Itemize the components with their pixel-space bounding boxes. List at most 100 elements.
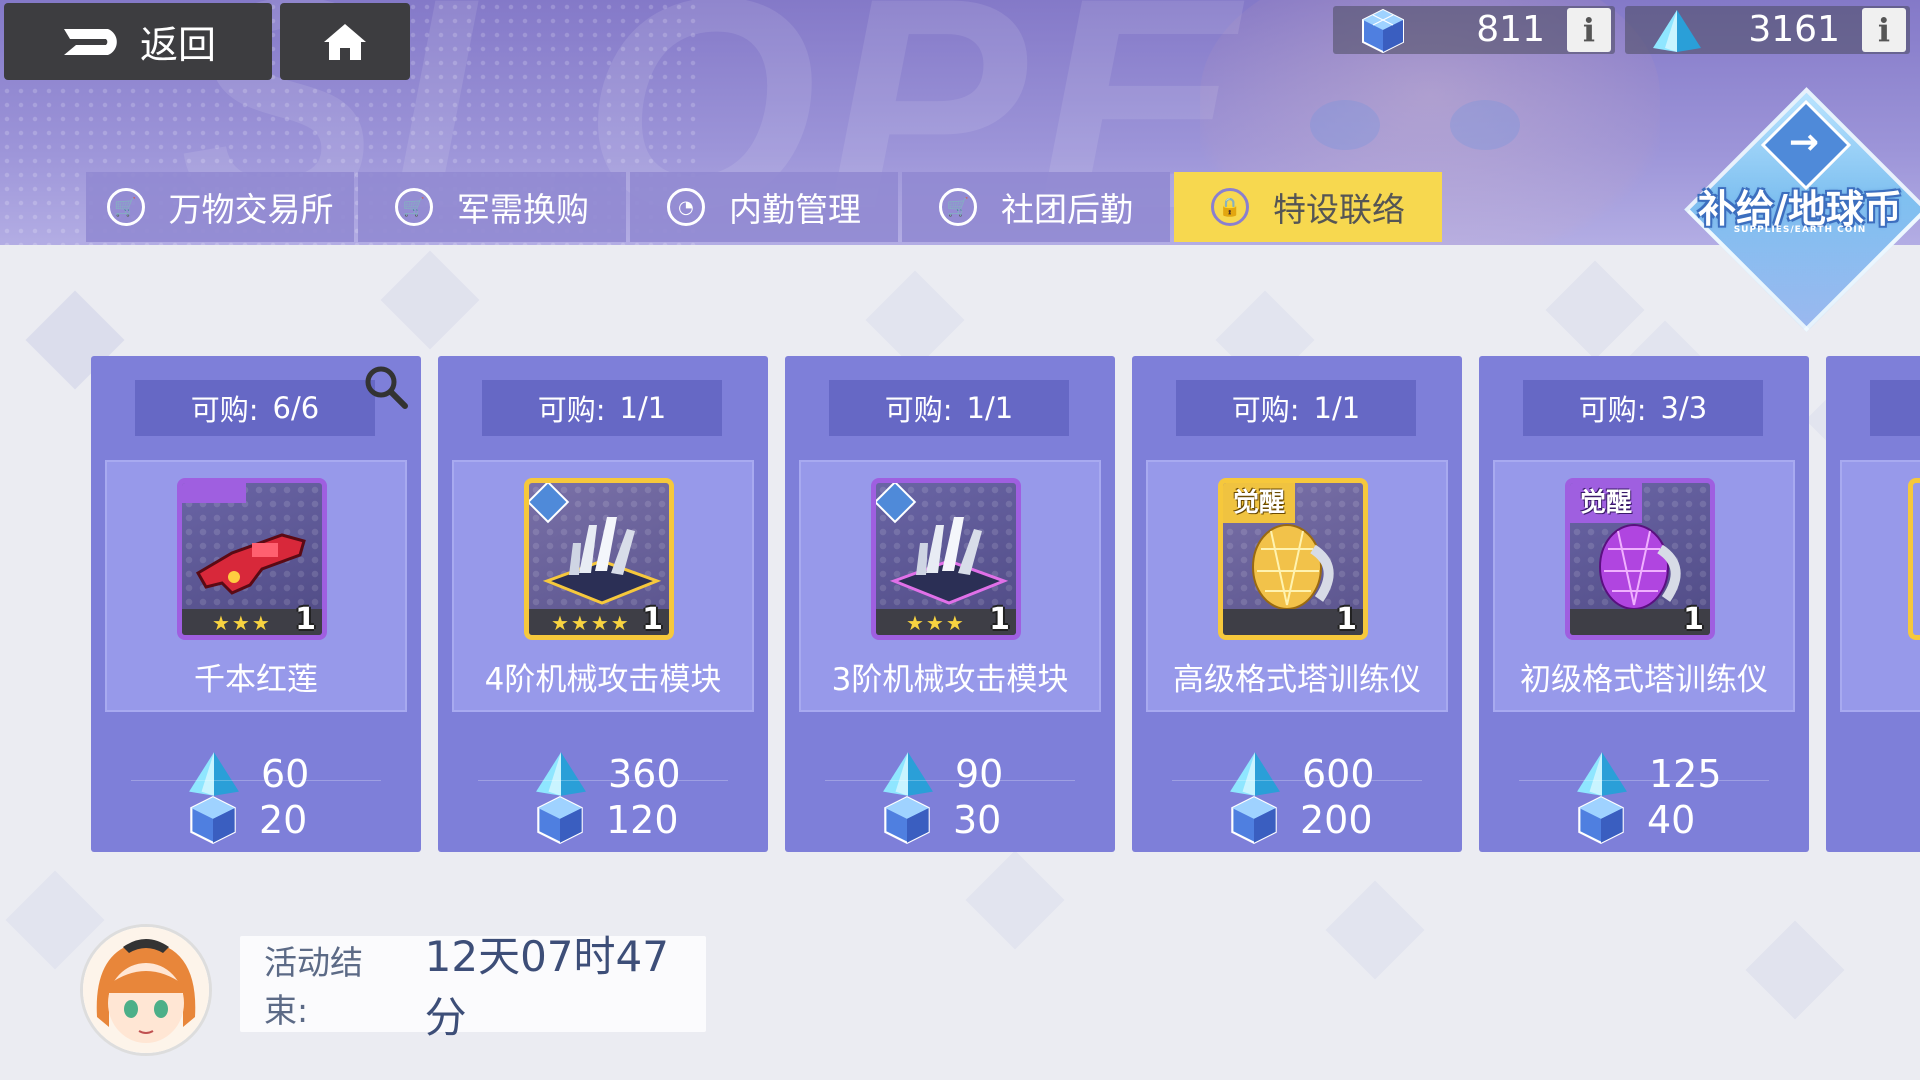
shop-item-card-partial[interactable] — [1826, 356, 1920, 852]
crystal-pyramid-icon — [1653, 10, 1701, 52]
purchase-limit-value: 3/3 — [1660, 391, 1708, 425]
item-quantity: 1 — [295, 602, 316, 637]
tab-label: 社团后勤 — [1001, 190, 1133, 229]
item-icon-frame: 觉醒 1 — [1218, 478, 1368, 640]
price-crystal-value: 125 — [1649, 752, 1722, 796]
item-panel: ★★★ 1 3阶机械攻击模块 — [799, 460, 1101, 712]
tab-special-contact[interactable]: 🔒 特设联络 — [1174, 172, 1442, 242]
rarity-stars: ★★★ — [212, 611, 272, 635]
character-portrait — [83, 927, 209, 1053]
gold-gestalt-egg-icon — [1252, 524, 1334, 610]
purchase-limit-value: 1/1 — [966, 391, 1014, 425]
home-button[interactable] — [280, 3, 410, 80]
price-crystal-value: 60 — [261, 752, 310, 796]
earth-coin-cube-icon — [190, 796, 236, 844]
event-end-label: 活动结束: — [264, 943, 363, 1030]
tab-trade-exchange[interactable]: 🛒 万物交易所 — [86, 172, 354, 242]
price-coin-value: 20 — [259, 798, 308, 842]
price-coin-value: 120 — [606, 798, 679, 842]
item-icon-frame: 觉醒 1 — [1565, 478, 1715, 640]
home-icon — [324, 23, 366, 60]
tab-military-exchange[interactable]: 🛒 军需换购 — [358, 172, 626, 242]
shop-item-card[interactable]: 可购: 6/6 ★★★ 1 千本红莲 60 20 — [91, 356, 421, 852]
shop-item-card[interactable]: 可购: 1/1 ★★★ 1 3阶机械攻击模块 90 30 — [785, 356, 1115, 852]
avatar[interactable] — [80, 924, 212, 1056]
awaken-tag: 觉醒 — [1570, 483, 1642, 523]
purchase-limit-label: 可购: — [884, 393, 953, 427]
cart-icon: 🛒 — [395, 188, 433, 226]
rarity-stars: ★★★ — [906, 611, 966, 635]
item-name: 4阶机械攻击模块 — [484, 662, 722, 698]
rarity-stars: ★★★★ — [551, 611, 631, 635]
event-remaining-time: 12天07时47分 — [424, 932, 669, 1042]
shop-tabs: 🛒 万物交易所 🛒 军需换购 ◔ 内勤管理 🛒 社团后勤 🔒 特设联络 — [86, 172, 1442, 242]
manage-icon: ◔ — [667, 188, 705, 226]
earth-coin-cube-icon — [1231, 796, 1277, 844]
event-timer: 活动结束: 12天07时47分 — [240, 932, 706, 1042]
tab-label: 万物交易所 — [168, 190, 334, 229]
purple-gestalt-egg-icon — [1599, 524, 1681, 610]
attack-module-icon — [542, 517, 662, 605]
purchase-limit-value: 1/1 — [1313, 391, 1361, 425]
cart-icon: 🛒 — [939, 188, 977, 226]
purchase-limit: 可购: 1/1 — [1176, 380, 1416, 436]
earth-coin-info-button[interactable]: i — [1567, 8, 1611, 52]
price-coin: 120 — [534, 792, 679, 848]
supply-badge-subtitle: SUPPLIES/EARTH COIN — [1733, 225, 1867, 235]
item-panel: ★★★★ 1 4阶机械攻击模块 — [452, 460, 754, 712]
purchase-limit: 可购: 3/3 — [1523, 380, 1763, 436]
price-crystal-value: 90 — [955, 752, 1004, 796]
purchase-limit-value: 1/1 — [619, 391, 667, 425]
item-icon-frame: ★★★ 1 — [177, 478, 327, 640]
purchase-limit-label: 可购: — [190, 393, 259, 427]
shop-item-card[interactable]: 可购: 1/1 觉醒 1 高级格式塔训练仪 600 200 — [1132, 356, 1462, 852]
awaken-tag: 觉醒 — [1223, 483, 1295, 523]
earth-coin-cube-icon — [1578, 796, 1624, 844]
price-coin-value: 200 — [1300, 798, 1373, 842]
item-panel: ★★★ 1 千本红莲 — [105, 460, 407, 712]
crystal-pyramid-icon — [1230, 752, 1280, 796]
item-panel: 觉醒 1 初级格式塔训练仪 — [1493, 460, 1795, 712]
item-quantity: 1 — [642, 602, 663, 637]
tab-label: 军需换购 — [457, 190, 589, 229]
shop-item-card[interactable]: 可购: 3/3 觉醒 1 初级格式塔训练仪 125 40 — [1479, 356, 1809, 852]
price-coin-value: 40 — [1647, 798, 1696, 842]
crystal-info-button[interactable]: i — [1862, 8, 1906, 52]
price-coin: 20 — [187, 792, 307, 848]
earth-coin-cube-icon — [884, 796, 930, 844]
shop-item-card[interactable]: 可购: 1/1 ★★★★ 1 4阶机械攻击模块 360 120 — [438, 356, 768, 852]
supply-currency-badge[interactable]: → 补给/地球币 SUPPLIES/EARTH COIN — [1680, 83, 1920, 332]
item-icon-frame: ★★★ 1 — [871, 478, 1021, 640]
purchase-limit-value: 6/6 — [272, 391, 320, 425]
crystal-value: 3161 — [1748, 9, 1840, 50]
item-quantity: 1 — [989, 602, 1010, 637]
attack-module-icon — [889, 517, 1009, 605]
item-name: 初级格式塔训练仪 — [1520, 662, 1768, 698]
back-button[interactable]: 返回 — [4, 3, 272, 80]
info-icon: i — [1582, 11, 1596, 49]
earth-coin-counter: 811 i — [1333, 6, 1615, 54]
purchase-limit: 可购: 6/6 — [135, 380, 375, 436]
item-quantity: 1 — [1683, 602, 1704, 637]
item-name: 高级格式塔训练仪 — [1173, 662, 1421, 698]
price-coin: 30 — [881, 792, 1001, 848]
price-coin: 40 — [1575, 792, 1695, 848]
earth-coin-cube-icon — [537, 796, 583, 844]
weapon-type-icon — [182, 483, 246, 503]
item-icon-frame: ★★★★ 1 — [524, 478, 674, 640]
red-gun-icon — [195, 533, 306, 595]
search-icon[interactable] — [363, 364, 409, 410]
crystal-pyramid-icon — [1577, 752, 1627, 796]
crystal-pyramid-icon — [883, 752, 933, 796]
tab-logistics-management[interactable]: ◔ 内勤管理 — [630, 172, 898, 242]
purchase-limit-label: 可购: — [1231, 393, 1300, 427]
lock-icon: 🔒 — [1211, 188, 1249, 226]
purchase-limit: 可购: 1/1 — [829, 380, 1069, 436]
price-coin-value: 30 — [953, 798, 1002, 842]
tab-club-logistics[interactable]: 🛒 社团后勤 — [902, 172, 1170, 242]
purchase-limit: 可购: 1/1 — [482, 380, 722, 436]
earth-coin-cube-icon — [1362, 8, 1404, 54]
purchase-limit-label: 可购: — [537, 393, 606, 427]
crystal-counter: 3161 i — [1625, 6, 1910, 54]
item-quantity: 1 — [1336, 602, 1357, 637]
